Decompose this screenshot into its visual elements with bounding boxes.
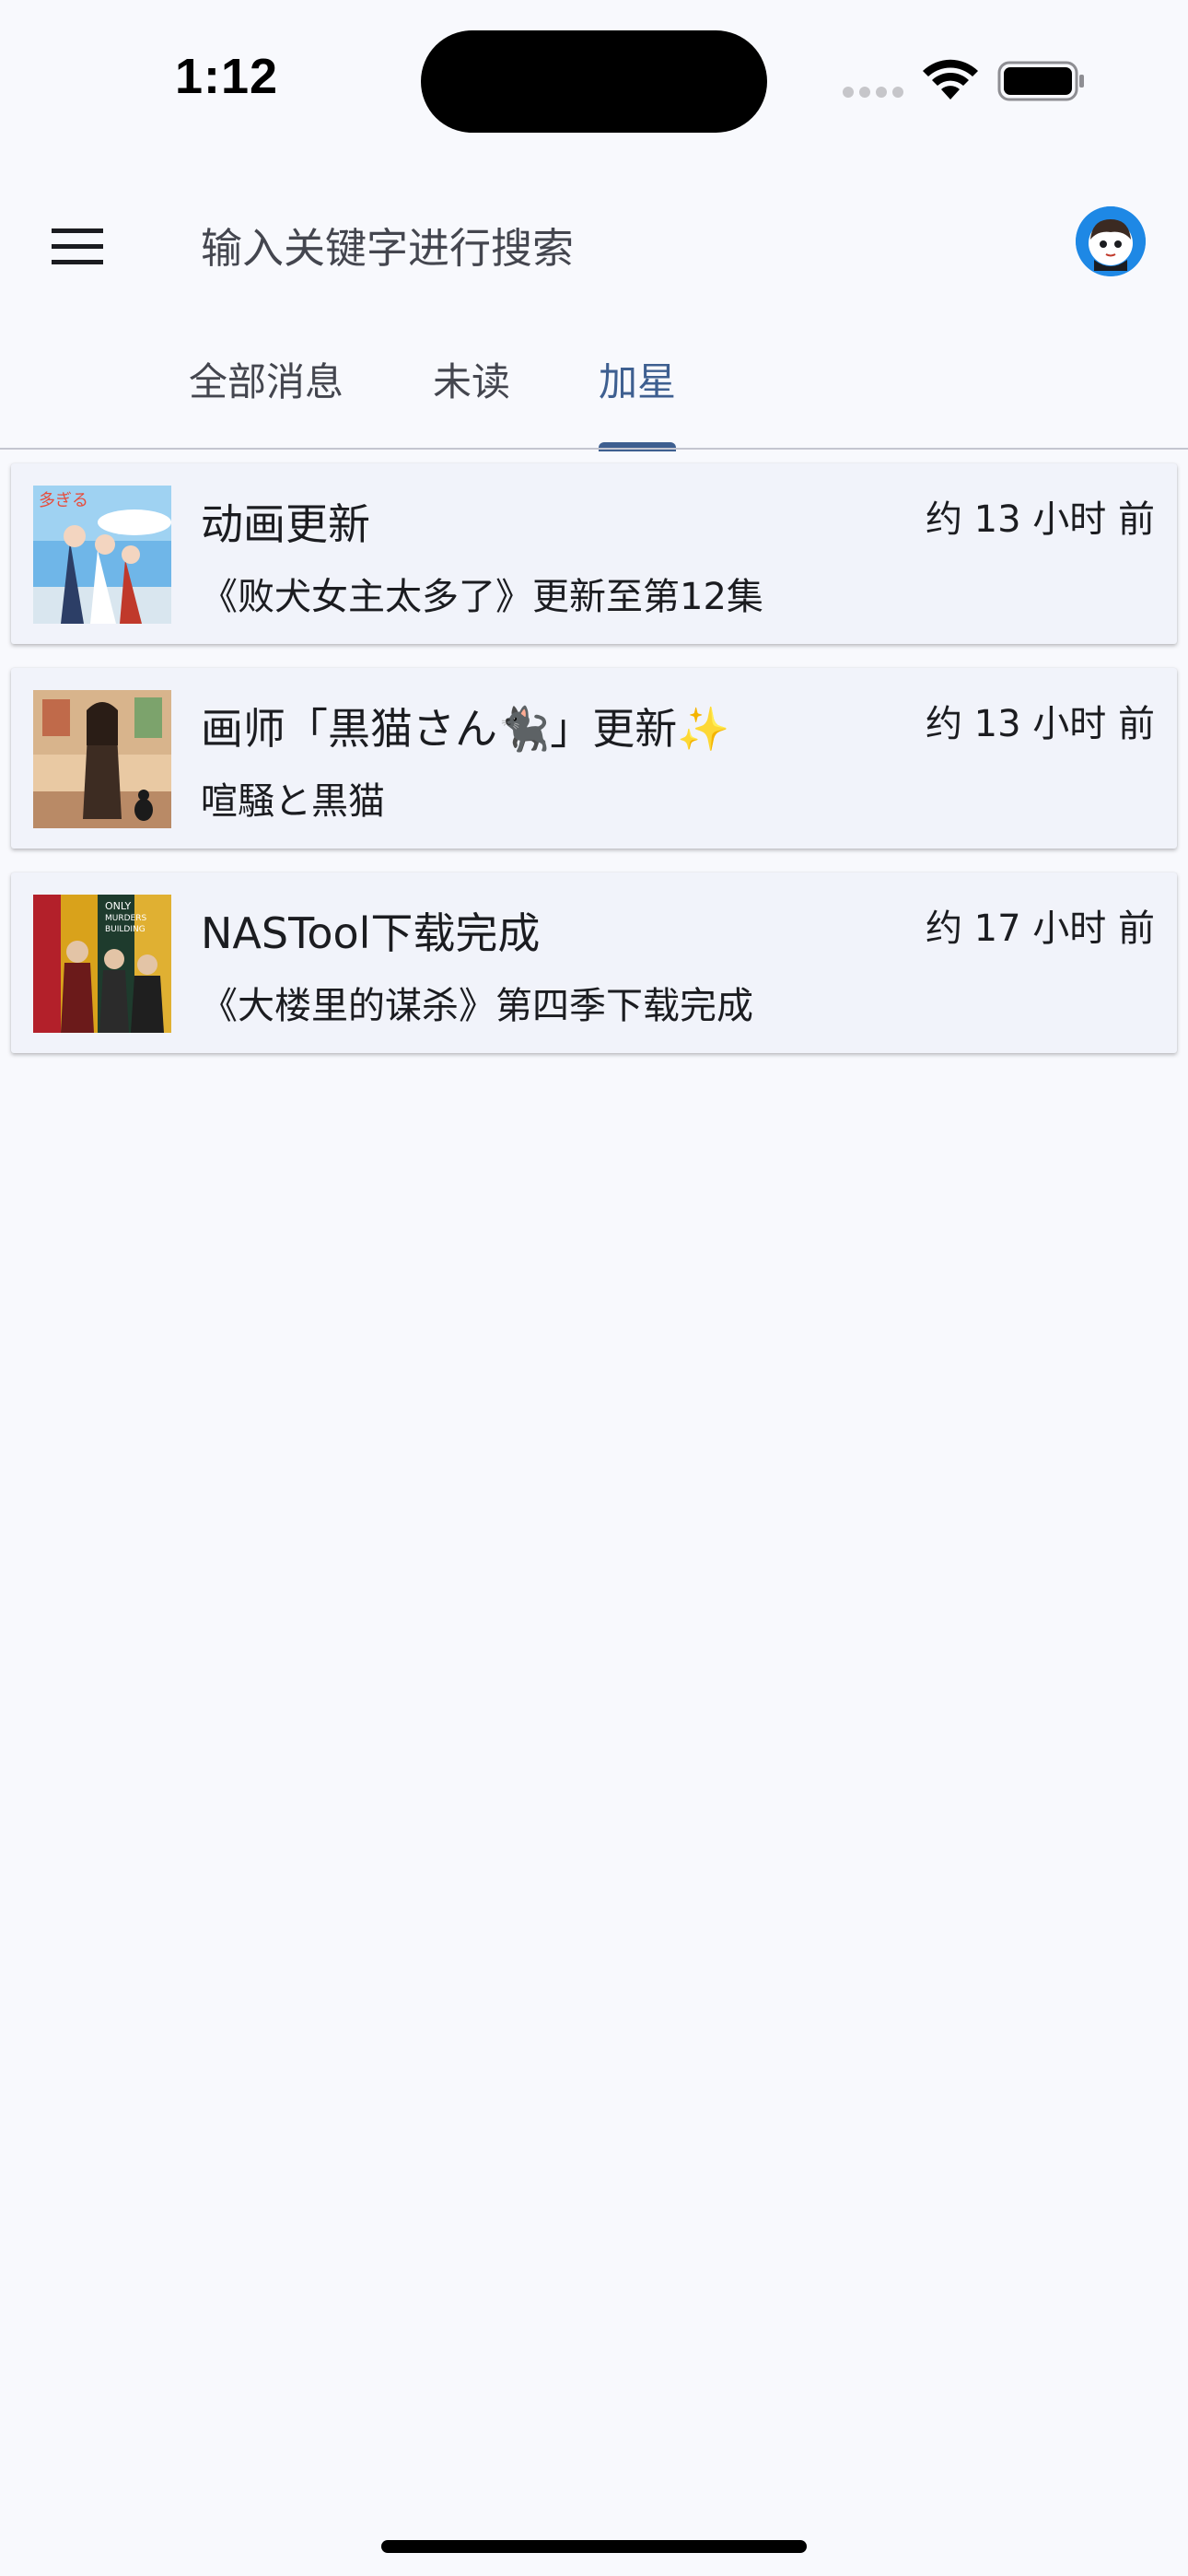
message-thumbnail (33, 690, 171, 828)
top-app-bar: 输入关键字进行搜索 (0, 175, 1188, 313)
svg-text:BUILDING: BUILDING (105, 925, 146, 934)
status-bar: 1:12 (0, 0, 1188, 157)
message-body: 喧騒と黒猫 (201, 780, 385, 823)
home-indicator[interactable] (381, 2540, 807, 2553)
battery-icon (997, 61, 1084, 101)
message-card[interactable]: 画师「黒猫さん🐈‍⬛」更新✨ 约 13 小时 前 喧騒と黒猫 (11, 668, 1177, 849)
signal-icon (843, 87, 905, 100)
message-title: 画师「黒猫さん🐈‍⬛」更新✨ (201, 704, 730, 754)
tab-all-messages[interactable]: 全部消息 (189, 332, 344, 450)
message-time: 约 13 小时 前 (925, 498, 1155, 541)
tab-bar: 全部消息 未读 加星 (0, 332, 1188, 450)
tabs-divider (0, 448, 1188, 450)
message-title: 动画更新 (201, 499, 370, 549)
app-screen: 1:12 输入关键字进行搜索 全部消息 未读 加星 多ぎる 动画更新 约 13 … (0, 0, 1188, 2576)
message-time: 约 17 小时 前 (925, 907, 1155, 950)
search-input[interactable]: 输入关键字进行搜索 (201, 212, 1030, 286)
message-card[interactable]: 多ぎる 动画更新 约 13 小时 前 《败犬女主太多了》更新至第12集 (11, 463, 1177, 644)
svg-text:多ぎる: 多ぎる (39, 491, 88, 510)
status-time: 1:12 (175, 49, 279, 104)
message-time: 约 13 小时 前 (925, 703, 1155, 745)
tab-starred[interactable]: 加星 (599, 332, 676, 450)
avatar-icon (1076, 206, 1146, 276)
message-thumbnail: ONLY MURDERS BUILDING (33, 895, 171, 1033)
message-title: NASTool下载完成 (201, 908, 541, 958)
message-body: 《大楼里的谋杀》第四季下载完成 (201, 985, 753, 1027)
menu-button[interactable] (31, 201, 123, 293)
tab-unread[interactable]: 未读 (433, 332, 510, 450)
menu-icon (52, 228, 103, 264)
message-thumbnail: 多ぎる (33, 486, 171, 624)
svg-text:MURDERS: MURDERS (105, 914, 146, 923)
dynamic-island (421, 30, 767, 133)
message-body: 《败犬女主太多了》更新至第12集 (201, 576, 763, 618)
tab-indicator (599, 442, 676, 451)
message-card[interactable]: ONLY MURDERS BUILDING NASTool下载完成 约 17 小… (11, 872, 1177, 1053)
wifi-icon (923, 59, 978, 100)
avatar[interactable] (1076, 206, 1146, 276)
svg-text:ONLY: ONLY (105, 900, 132, 912)
